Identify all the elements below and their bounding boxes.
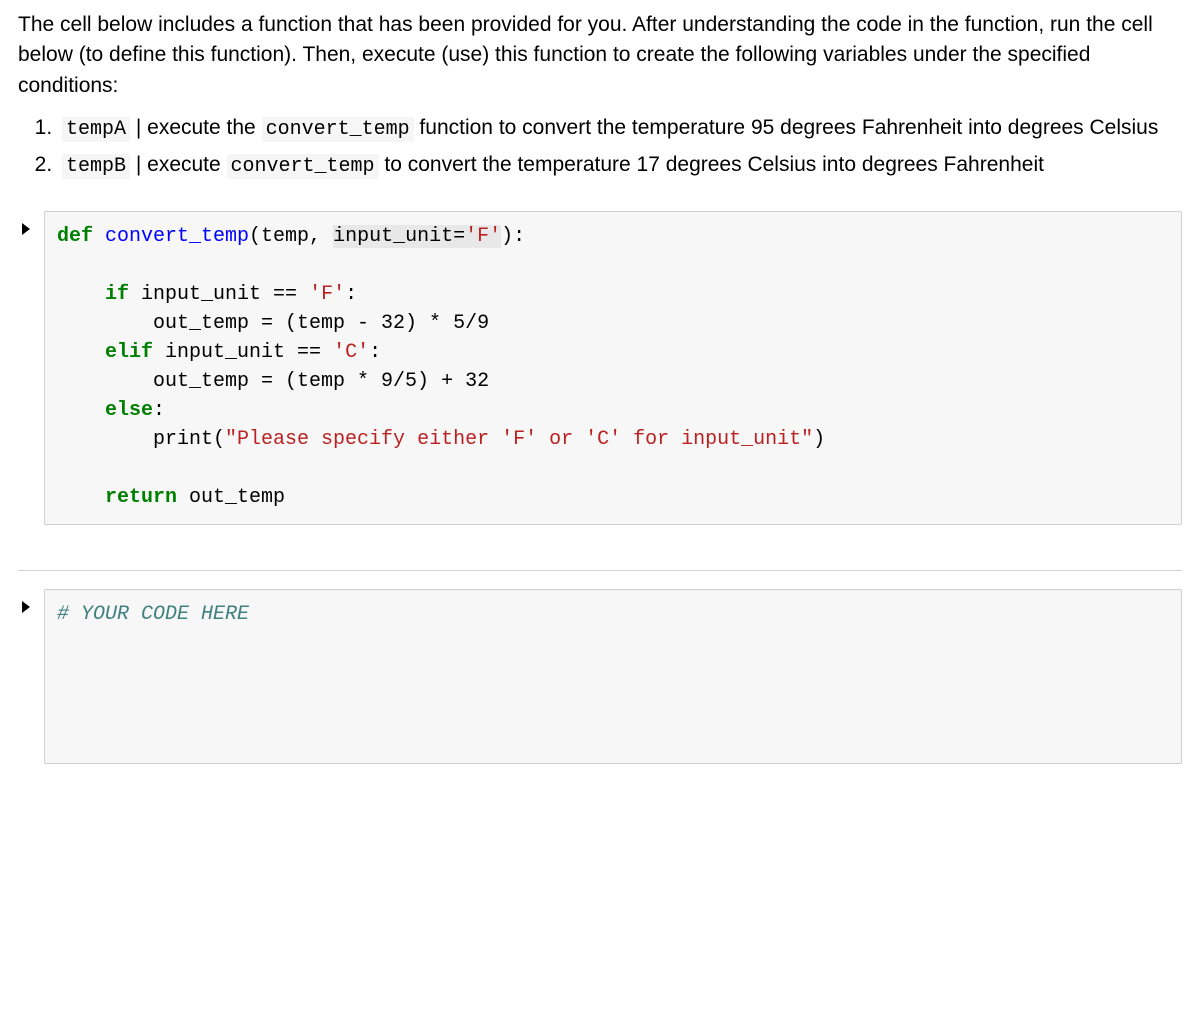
var-tempA-code: tempA: [62, 117, 130, 142]
if-cond: input_unit ==: [129, 283, 309, 306]
task-list: tempA | execute the convert_temp functio…: [18, 113, 1182, 181]
code-cell-1-wrap: def convert_temp(temp, input_unit='F'): …: [18, 211, 1182, 525]
else-colon: :: [153, 399, 165, 422]
line-out-f: out_temp = (temp - 32) * 5/9: [57, 312, 489, 335]
print-pre: print(: [57, 428, 225, 451]
fn-convert-temp-code-2: convert_temp: [227, 154, 379, 179]
param-input-unit: input_unit=: [333, 225, 465, 248]
paren-close: ):: [501, 225, 525, 248]
kw-else: else: [105, 399, 153, 422]
print-str: "Please specify either 'F' or 'C' for in…: [225, 428, 813, 451]
default-F: 'F': [465, 225, 501, 248]
elif-cond: input_unit ==: [153, 341, 333, 364]
task2-text-a: | execute: [130, 153, 227, 176]
kw-def: def: [57, 225, 93, 248]
code-cell-2[interactable]: # YOUR CODE HERE: [44, 589, 1182, 764]
task-item-1: tempA | execute the convert_temp functio…: [58, 113, 1182, 144]
print-post: ): [813, 428, 825, 451]
param-highlight: input_unit='F': [333, 225, 501, 248]
kw-elif: elif: [105, 341, 153, 364]
return-var: out_temp: [177, 486, 285, 509]
line-out-c: out_temp = (temp * 9/5) + 32: [57, 370, 489, 393]
paren-open: (temp,: [249, 225, 333, 248]
instruction-text: The cell below includes a function that …: [18, 10, 1182, 101]
code-cell-2-wrap: # YOUR CODE HERE: [18, 589, 1182, 764]
if-colon: :: [345, 283, 357, 306]
str-F: 'F': [309, 283, 345, 306]
fn-convert-temp-code: convert_temp: [262, 117, 414, 142]
task-item-2: tempB | execute convert_temp to convert …: [58, 150, 1182, 181]
run-cell-icon-2[interactable]: [18, 589, 44, 764]
task1-text-a: | execute the: [130, 116, 262, 139]
run-cell-icon[interactable]: [18, 211, 44, 525]
kw-if: if: [105, 283, 129, 306]
code-cell-1[interactable]: def convert_temp(temp, input_unit='F'): …: [44, 211, 1182, 525]
task1-text-b: function to convert the temperature 95 d…: [414, 116, 1159, 139]
fn-name: convert_temp: [93, 225, 249, 248]
task2-text-b: to convert the temperature 17 degrees Ce…: [379, 153, 1044, 176]
str-C: 'C': [333, 341, 369, 364]
your-code-here-comment: # YOUR CODE HERE: [57, 603, 249, 626]
elif-colon: :: [369, 341, 381, 364]
markdown-cell: The cell below includes a function that …: [18, 10, 1182, 181]
cell-divider: [18, 570, 1182, 571]
var-tempB-code: tempB: [62, 154, 130, 179]
kw-return: return: [105, 486, 177, 509]
